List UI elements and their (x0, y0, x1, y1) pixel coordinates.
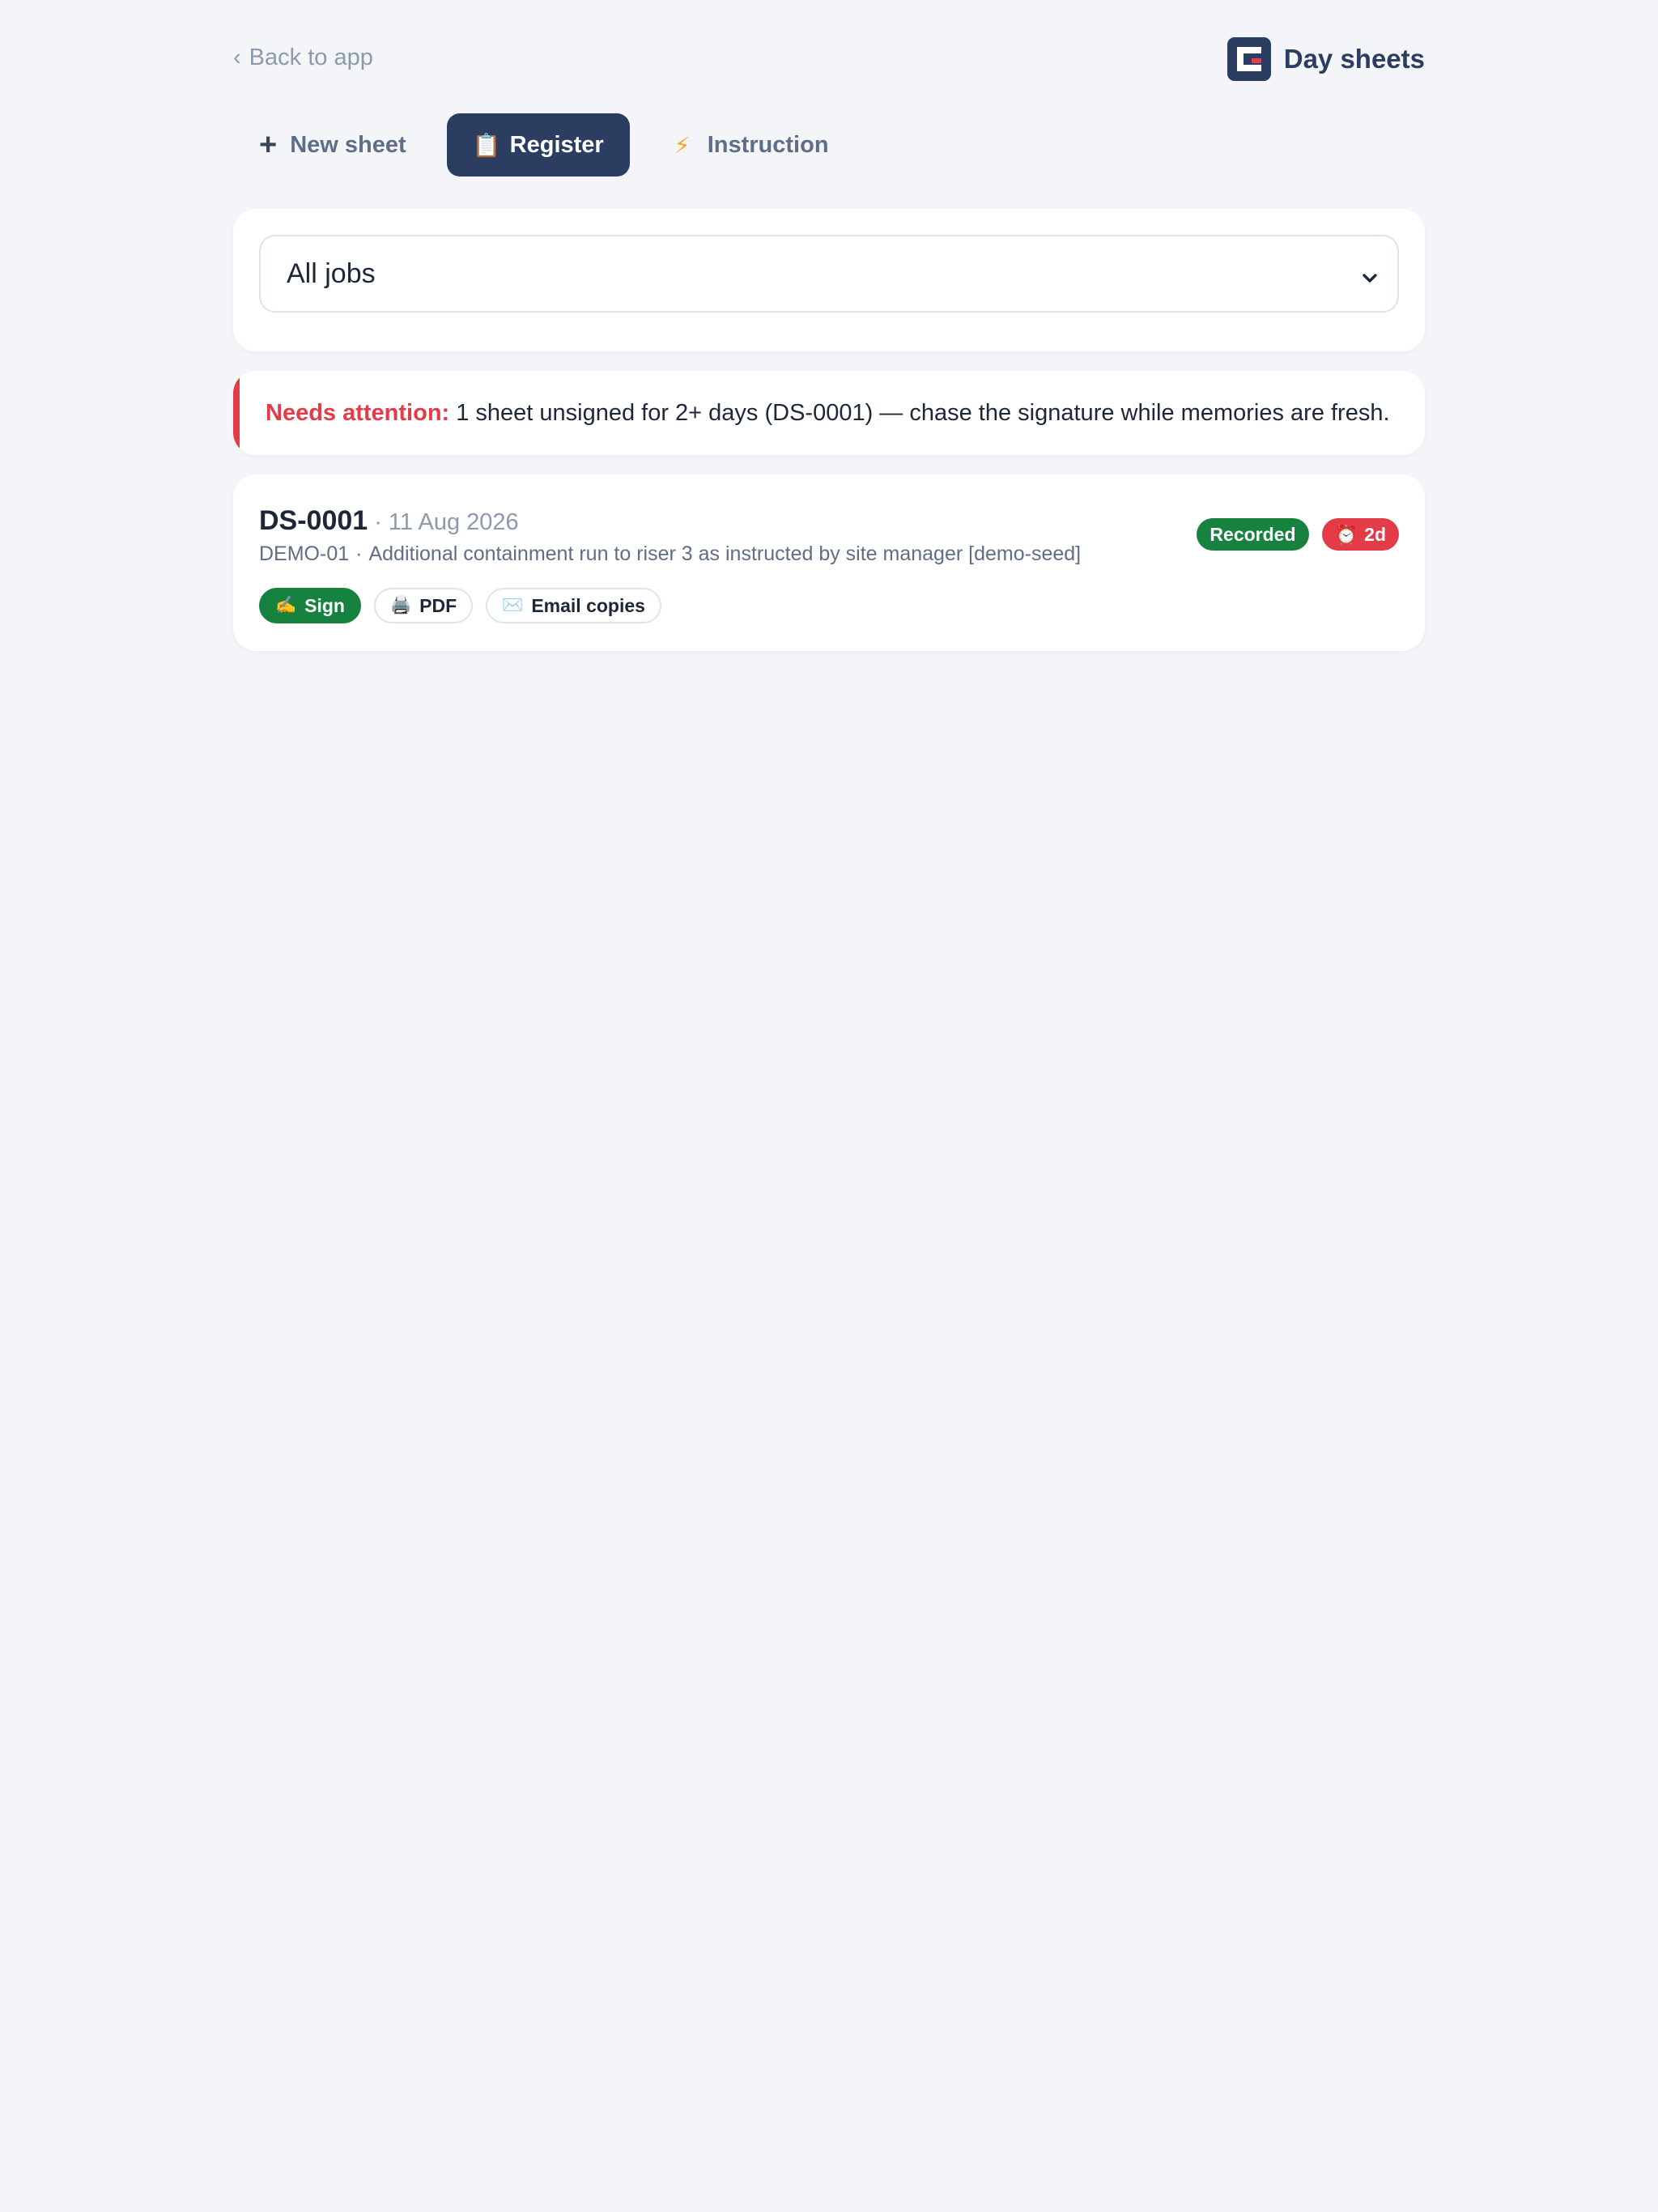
attention-text: 1 sheet unsigned for 2+ days (DS-0001) —… (456, 399, 1390, 426)
status-badge: Recorded (1197, 518, 1309, 551)
tab-instruction[interactable]: ⚡ Instruction (644, 113, 855, 177)
pdf-button[interactable]: 🖨️ PDF (374, 588, 474, 623)
sign-label: Sign (304, 594, 345, 616)
top-bar: ‹ Back to app Day sheets (233, 32, 1425, 89)
email-copies-button[interactable]: ✉️ Email copies (486, 588, 661, 623)
tab-label: Instruction (707, 131, 829, 158)
sheet-actions: ✍️ Sign 🖨️ PDF ✉️ Email copies (259, 588, 661, 623)
back-to-app-link[interactable]: ‹ Back to app (233, 45, 373, 71)
list-item[interactable]: DS-0001 · 11 Aug 2026 DEMO-01 · Addition… (233, 474, 1425, 651)
sheet-job: DEMO-01 (259, 542, 350, 565)
sheet-id: DS-0001 (259, 505, 368, 536)
attention-banner: Needs attention: 1 sheet unsigned for 2+… (233, 371, 1425, 455)
sheet-description: DEMO-01 · Additional containment run to … (259, 542, 1081, 566)
tab-bar: + New sheet 📋 Register ⚡ Instruction (233, 113, 855, 177)
age-badge: ⏰ 2d (1321, 518, 1399, 551)
chevron-left-icon: ‹ (233, 45, 241, 70)
filter-card: All jobs (233, 209, 1425, 351)
job-filter-value: All jobs (287, 257, 376, 289)
back-label: Back to app (249, 45, 373, 70)
chevron-down-icon (1360, 264, 1380, 296)
brand-name: Day sheets (1283, 44, 1425, 74)
clock-icon: ⏰ (1334, 523, 1358, 545)
sheet-description-text: Additional containment run to riser 3 as… (368, 542, 1082, 565)
attention-message: Needs attention: 1 sheet unsigned for 2+… (266, 371, 1390, 455)
sheet-title: DS-0001 · 11 Aug 2026 (259, 505, 519, 537)
tab-label: New sheet (290, 131, 406, 158)
envelope-icon: ✉️ (502, 596, 524, 615)
age-label: 2d (1364, 523, 1386, 545)
email-label: Email copies (531, 594, 645, 616)
sign-button[interactable]: ✍️ Sign (259, 588, 361, 623)
brand: Day sheets (1226, 37, 1425, 81)
clipboard-icon: 📋 (472, 132, 501, 158)
separator: · (355, 542, 363, 565)
tab-label: Register (509, 131, 604, 158)
tab-register[interactable]: 📋 Register (446, 113, 630, 177)
attention-label: Needs attention: (266, 399, 450, 426)
tab-new-sheet[interactable]: + New sheet (233, 113, 432, 177)
sheet-date: · 11 Aug 2026 (374, 509, 519, 535)
pdf-label: PDF (419, 594, 457, 616)
lightning-icon: ⚡ (674, 132, 691, 158)
printer-icon: 🖨️ (390, 596, 412, 615)
job-filter-select[interactable]: All jobs (259, 235, 1399, 313)
sheet-badges: Recorded ⏰ 2d (1197, 518, 1399, 551)
attention-accent-bar (233, 371, 240, 455)
writing-hand-icon: ✍️ (275, 596, 297, 615)
app-logo-icon (1226, 37, 1271, 81)
plus-icon: + (259, 128, 278, 162)
